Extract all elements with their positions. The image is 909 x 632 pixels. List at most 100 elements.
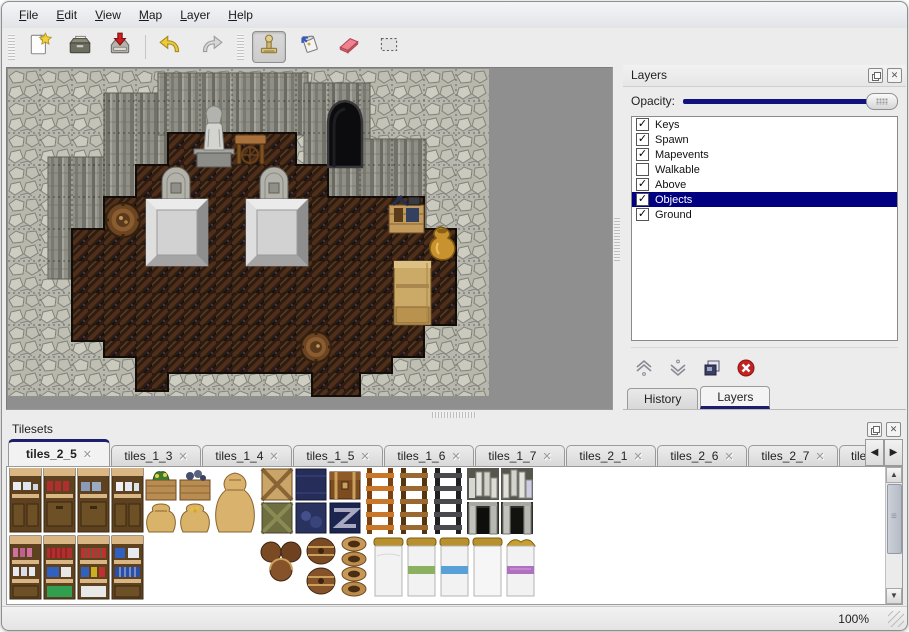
tileset-tab-tiles_1_7[interactable]: tiles_1_7 ✕: [475, 445, 565, 466]
tileset-tab-tiles_2_7[interactable]: tiles_2_7✕: [748, 445, 838, 466]
layer-row-spawn[interactable]: ✓Spawn: [632, 132, 897, 147]
map-viewport[interactable]: [6, 67, 613, 410]
duplicate-icon: [702, 358, 722, 378]
tab-close-icon[interactable]: ✕: [360, 450, 369, 463]
tab-close-icon[interactable]: ✕: [633, 450, 642, 463]
fill-tool-button[interactable]: [292, 31, 326, 63]
layer-row-keys[interactable]: ✓Keys: [632, 117, 897, 132]
vertical-splitter-grip[interactable]: [614, 217, 620, 261]
layer-label: Walkable: [655, 164, 700, 176]
layer-checkbox[interactable]: ✓: [636, 193, 649, 206]
layer-list[interactable]: ✓Keys✓Spawn✓Mapevents Walkable ✓ Above✓Obje…: [631, 116, 898, 340]
tab-close-icon[interactable]: ✕: [451, 450, 460, 463]
tab-close-icon[interactable]: ✕: [815, 450, 824, 463]
wooden-cabinet[interactable]: [394, 261, 431, 325]
opacity-slider-thumb[interactable]: [866, 93, 898, 110]
menu-view[interactable]: View: [86, 5, 130, 25]
close-panel-icon[interactable]: ✕: [887, 68, 902, 83]
stone-platform-left[interactable]: [146, 199, 208, 266]
tileset-tab-tiles_1_5[interactable]: tiles_1_5✕: [293, 445, 383, 466]
menu-help[interactable]: Help: [219, 5, 262, 25]
tileset-tab-tiles_2_5[interactable]: tiles_2_5✕: [8, 439, 110, 466]
tab-close-icon[interactable]: ✕: [724, 450, 733, 463]
tile-barrels-beds[interactable]: [261, 537, 535, 596]
duplicate-layer-button[interactable]: [699, 356, 725, 380]
menu-edit[interactable]: Edit: [47, 5, 86, 25]
barrel-bottom[interactable]: [301, 332, 331, 362]
close-tilesets-icon[interactable]: ✕: [886, 422, 901, 437]
stone-platform-right[interactable]: [246, 199, 308, 266]
lower-layer-button[interactable]: [665, 356, 691, 380]
undo-button[interactable]: [154, 31, 188, 63]
tile-ladders[interactable]: [366, 468, 462, 534]
layer-checkbox[interactable]: ✓: [636, 133, 649, 146]
raise-layer-button[interactable]: [631, 356, 657, 380]
gravestone-right[interactable]: [260, 167, 288, 201]
save-button[interactable]: [103, 31, 137, 63]
tile-shelves-row2[interactable]: [10, 536, 143, 599]
layer-label: Above: [655, 179, 686, 191]
tab-close-icon[interactable]: ✕: [269, 450, 278, 463]
cave-entrance[interactable]: [328, 101, 362, 167]
tab-label: tiles_1_7: [488, 449, 536, 463]
layer-checkbox[interactable]: ✓: [636, 178, 649, 191]
tab-scroll-right-button[interactable]: ▶: [884, 439, 903, 466]
map-canvas[interactable]: [7, 68, 490, 397]
open-button[interactable]: [63, 31, 97, 63]
layer-row-ground[interactable]: ✓Ground: [632, 207, 897, 222]
tab-close-icon[interactable]: ✕: [83, 448, 92, 461]
table[interactable]: [235, 135, 266, 164]
resize-grip[interactable]: [888, 611, 904, 627]
barrel-left[interactable]: [106, 203, 140, 237]
menubar: FileEditViewMapLayerHelp: [2, 2, 907, 29]
menu-layer[interactable]: Layer: [171, 5, 219, 25]
selection-rect-icon: [376, 31, 402, 62]
tileset-palette[interactable]: ▲ ▼: [6, 466, 903, 605]
layer-row-objects[interactable]: ✓Objects: [632, 192, 897, 207]
layer-checkbox[interactable]: [636, 163, 649, 176]
layer-checkbox[interactable]: ✓: [636, 208, 649, 221]
palette-scrollbar[interactable]: ▲ ▼: [885, 467, 902, 604]
tab-close-icon[interactable]: ✕: [542, 450, 551, 463]
scroll-thumb[interactable]: [887, 484, 902, 554]
tile-crates-sacks[interactable]: [146, 469, 360, 533]
scroll-up-arrow[interactable]: ▲: [886, 467, 902, 483]
tileset-tab-tiles_2_6[interactable]: tiles_2_6✕: [657, 445, 747, 466]
tab-close-icon[interactable]: ✕: [178, 450, 187, 463]
menu-file[interactable]: File: [10, 5, 47, 25]
tilesets-panel: Tilesets ✕ tiles_2_5✕tiles_1_3✕tiles_1_4…: [2, 419, 907, 605]
tab-scroll-left-button[interactable]: ◀: [865, 439, 884, 466]
new-file-button[interactable]: [23, 31, 57, 63]
float-tilesets-icon[interactable]: [867, 422, 882, 437]
layer-row-mapevents[interactable]: ✓Mapevents: [632, 147, 897, 162]
select-tool-button[interactable]: [372, 31, 406, 63]
float-panel-icon[interactable]: [868, 68, 883, 83]
tileset-tab-tiles_1_4[interactable]: tiles_1_4✕: [202, 445, 292, 466]
delete-layer-button[interactable]: [733, 356, 759, 380]
toolbar-drag-handle[interactable]: [8, 34, 15, 60]
menu-map[interactable]: Map: [130, 5, 171, 25]
tileset-tab-tiles_1_6[interactable]: tiles_1_6✕: [384, 445, 474, 466]
tile-shelves-row1[interactable]: [10, 468, 143, 532]
stamp-tool-button[interactable]: [252, 31, 286, 63]
layer-checkbox[interactable]: ✓: [636, 148, 649, 161]
panel-tab-history[interactable]: History: [627, 388, 698, 409]
horizontal-splitter[interactable]: [2, 410, 907, 419]
layer-checkbox[interactable]: ✓: [636, 118, 649, 131]
gravestone-left[interactable]: [162, 167, 190, 201]
save-drive-red-arrow-icon: [107, 31, 133, 62]
vertical-splitter[interactable]: [613, 67, 622, 408]
layer-row-above[interactable]: ✓ Above: [632, 177, 897, 192]
tile-stone-arches[interactable]: [467, 468, 533, 534]
scroll-down-arrow[interactable]: ▼: [886, 588, 902, 604]
tileset-tab-tiles_2_1[interactable]: tiles_2_1✕: [566, 445, 656, 466]
opacity-slider[interactable]: [683, 93, 898, 109]
tileset-tiles[interactable]: [9, 468, 569, 600]
redo-button[interactable]: [194, 31, 228, 63]
panel-tab-layers[interactable]: Layers: [700, 386, 770, 409]
toolbar-drag-handle-2[interactable]: [237, 34, 244, 60]
tileset-tab-tiles_1_3[interactable]: tiles_1_3✕: [111, 445, 201, 466]
eraser-tool-button[interactable]: [332, 31, 366, 63]
layer-row-walkable[interactable]: Walkable: [632, 162, 897, 177]
horizontal-splitter-grip[interactable]: [432, 412, 476, 418]
